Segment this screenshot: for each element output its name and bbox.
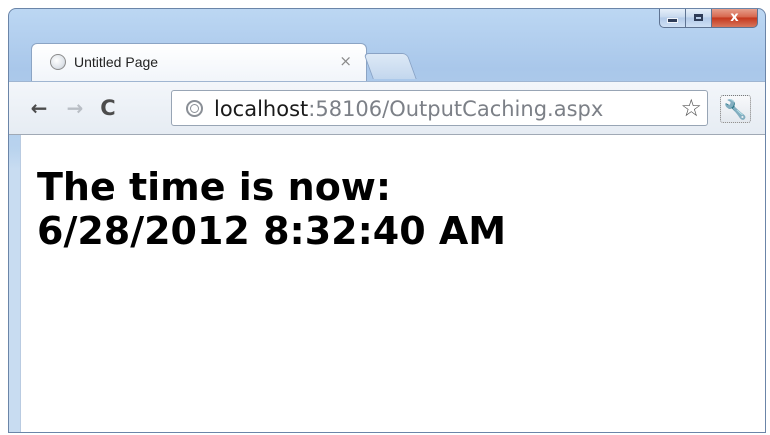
minimize-button[interactable] <box>659 9 686 28</box>
wrench-menu-button[interactable]: 🔧 <box>720 95 751 123</box>
close-window-button[interactable]: x <box>712 9 758 28</box>
tab-title: Untitled Page <box>74 54 159 70</box>
address-text[interactable]: localhost:58106/OutputCaching.aspx <box>214 97 603 121</box>
time-label: The time is now: <box>37 165 392 209</box>
globe-icon <box>186 100 203 117</box>
time-value: 6/28/2012 8:32:40 AM <box>37 209 507 253</box>
address-bar[interactable]: localhost:58106/OutputCaching.aspx ☆ <box>171 90 708 126</box>
minimize-icon <box>667 18 678 23</box>
tab-untitled-page[interactable]: Untitled Page × <box>31 43 367 81</box>
tab-close-icon[interactable]: × <box>339 52 352 70</box>
close-icon: x <box>730 10 739 25</box>
url-host: localhost <box>214 97 309 121</box>
browser-window: x Untitled Page × ← → C localhost:58106/… <box>8 8 766 433</box>
maximize-icon <box>694 14 703 21</box>
page-content: The time is now: 6/28/2012 8:32:40 AM <box>20 135 765 432</box>
url-path: :58106/OutputCaching.aspx <box>308 97 604 121</box>
reload-icon: C <box>100 96 116 120</box>
browser-toolbar: ← → C localhost:58106/OutputCaching.aspx… <box>9 81 765 135</box>
reload-button[interactable]: C <box>95 96 121 120</box>
forward-button[interactable]: → <box>62 96 88 120</box>
bookmark-star-icon[interactable]: ☆ <box>680 94 702 122</box>
forward-arrow-icon: → <box>66 96 84 120</box>
page-heading: The time is now: 6/28/2012 8:32:40 AM <box>37 165 506 253</box>
back-button[interactable]: ← <box>26 96 52 120</box>
globe-icon <box>50 54 66 70</box>
wrench-icon: 🔧 <box>723 98 748 121</box>
window-caption-buttons: x <box>659 9 758 28</box>
maximize-button[interactable] <box>686 9 712 28</box>
back-arrow-icon: ← <box>30 96 48 120</box>
new-tab-button[interactable] <box>363 53 417 79</box>
